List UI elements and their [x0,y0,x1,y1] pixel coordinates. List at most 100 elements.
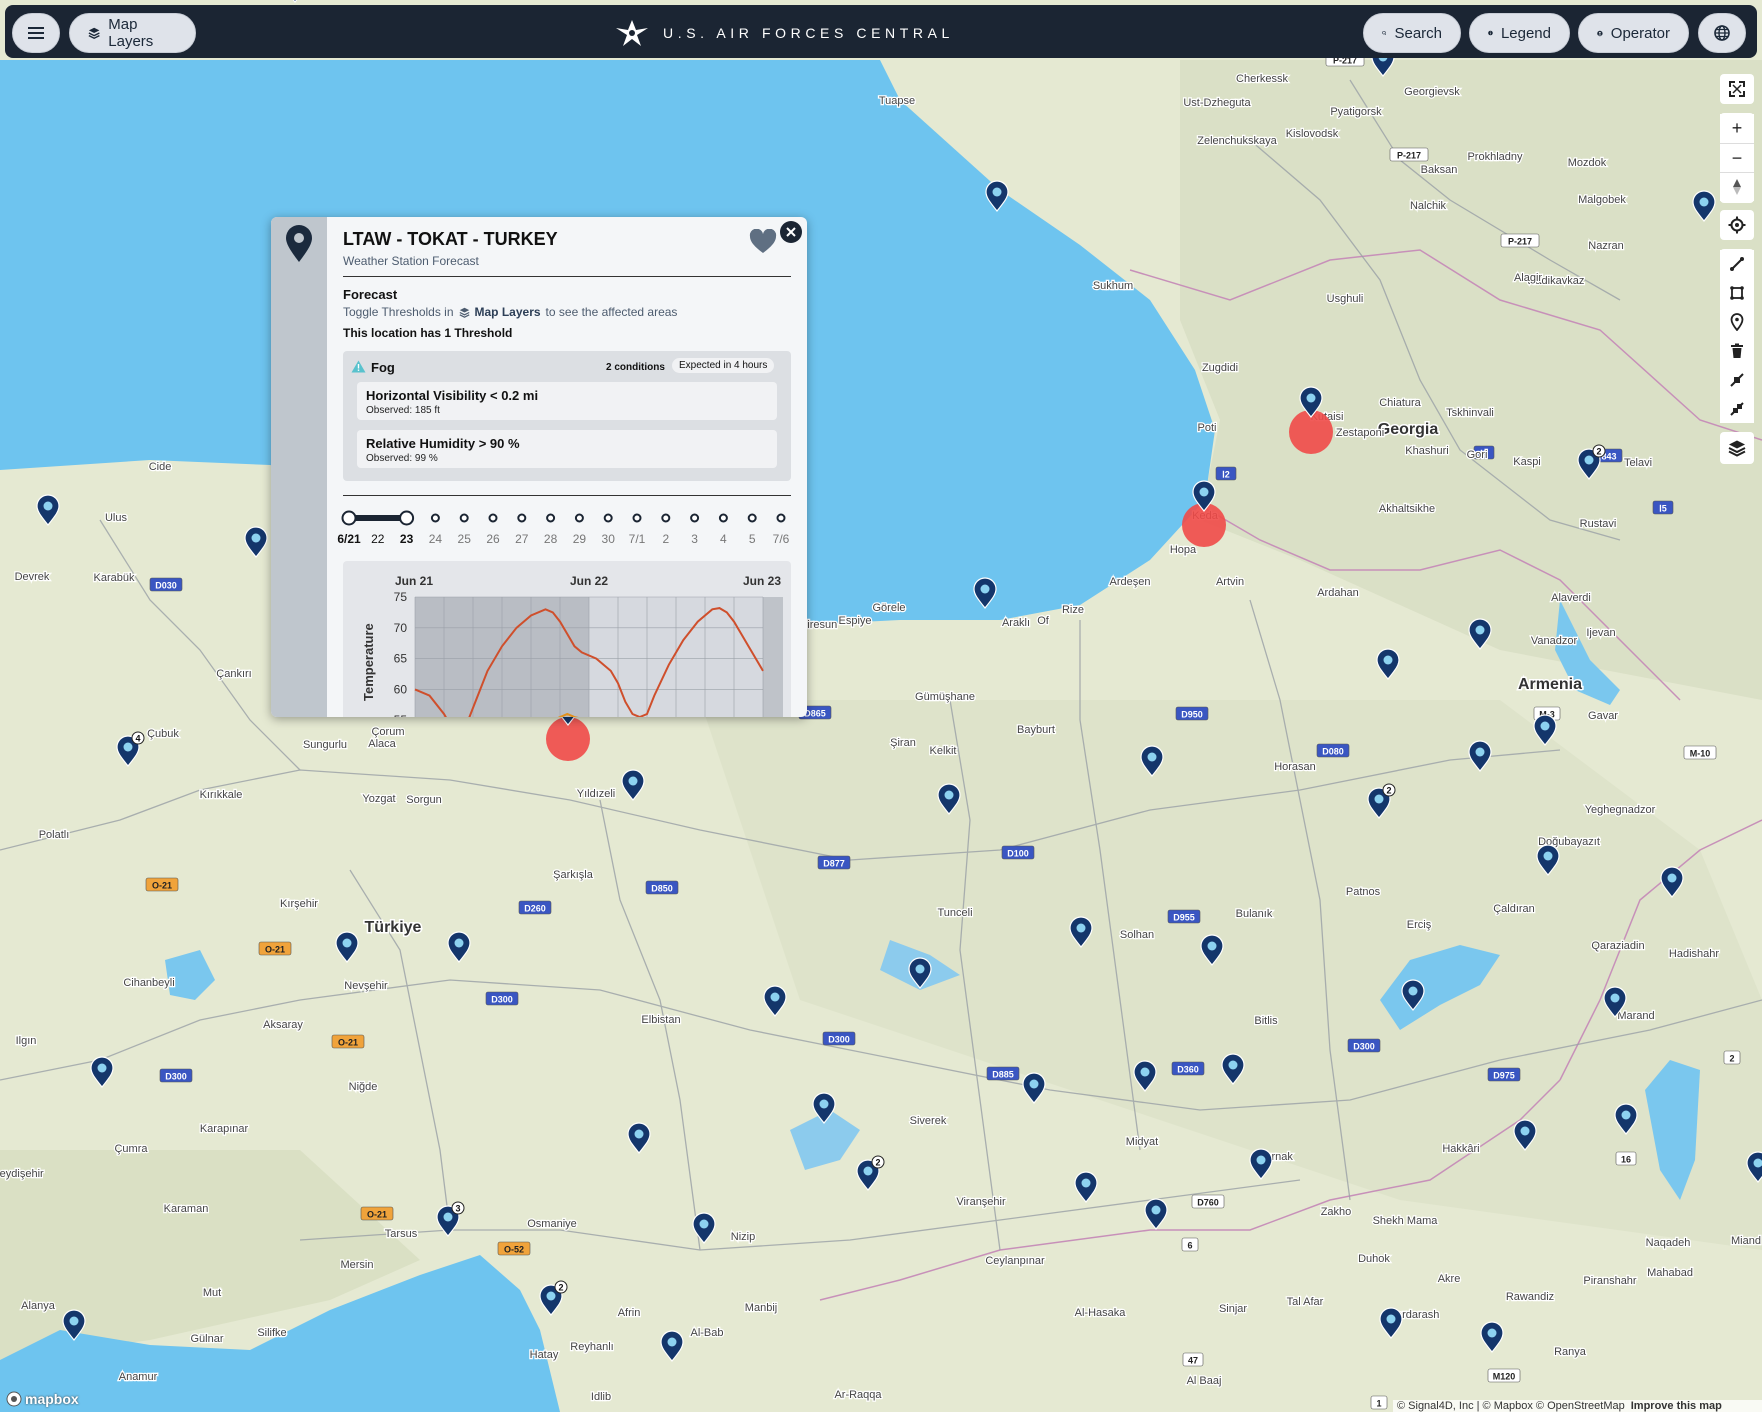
place-label: Ceylanpınar [985,1255,1045,1267]
place-label: Ranya [1554,1346,1587,1358]
menu-button[interactable] [12,13,60,53]
timeline-day-dot[interactable] [690,513,700,523]
warning-icon [351,360,366,373]
timeline-day-label[interactable]: 26 [486,532,500,546]
attribution-text[interactable]: © Signal4D, Inc | © Mapbox © OpenStreetM… [1397,1400,1625,1412]
place-label: Yıldızeli [577,788,616,800]
place-label: Akre [1438,1273,1461,1285]
station-popup: LTAW - TOKAT - TURKEY Weather Station Fo… [271,217,807,717]
zoom-in-button[interactable]: + [1720,114,1754,142]
timeline-day-label[interactable]: 23 [400,532,414,546]
search-button[interactable]: Search [1363,13,1461,53]
place-label: Alanya [21,1300,56,1312]
timeline-handle[interactable] [341,510,357,526]
place-label: Prokhladny [1467,151,1523,163]
road-shield-label: O-21 [265,945,285,955]
mapbox-logo[interactable]: mapbox [6,1391,79,1407]
draw-polygon-button[interactable] [1720,279,1754,307]
compass-button[interactable] [1720,172,1754,201]
map-canvas[interactable]: P-217P-217P-217D030D865 D950D080D100D877D… [0,0,1762,1412]
place-label: Solhan [1120,929,1154,941]
hamburger-icon [28,27,44,39]
timeline-handle[interactable] [399,510,415,526]
geolocate-button[interactable] [1720,210,1754,240]
legend-button[interactable]: Legend [1469,13,1570,53]
country-label: Georgia [1378,421,1439,438]
road-shield: O-21 [145,877,179,892]
day-timeline-slider[interactable]: 6/21 22 23 24 25 26 27 28 29 30 7/1 2 3 4 5 7/6 [327,501,807,551]
trash-button[interactable] [1720,337,1754,365]
place-label: Mut [203,1287,221,1299]
mapbox-logo-text: mapbox [25,1391,79,1407]
road-shield: D850 [645,880,679,895]
timeline-day-label[interactable]: 7/1 [629,532,646,546]
timeline-day-label[interactable]: 7/6 [773,532,790,546]
timeline-day-dot[interactable] [718,513,728,523]
map-layers-link[interactable]: Map Layers [475,305,541,319]
timeline-day-label[interactable]: 22 [371,532,385,546]
timeline-day-dot[interactable] [574,513,584,523]
y-tick-label: 55 [394,713,408,717]
timeline-day-dot[interactable] [661,513,671,523]
timeline-day-dot[interactable] [776,513,786,523]
road-shield: D877 [817,855,851,870]
timeline-day-dot[interactable] [459,513,469,523]
improve-map-link[interactable]: Improve this map [1631,1400,1722,1412]
timeline-day-dot[interactable] [632,513,642,523]
combine-button[interactable] [1720,366,1754,394]
timeline-day-dot[interactable] [488,513,498,523]
timeline-day-label[interactable]: 25 [458,532,472,546]
layers-button[interactable] [1720,432,1754,464]
timeline-day-label[interactable]: 30 [602,532,616,546]
timeline-day-dot[interactable] [747,513,757,523]
draw-line-button[interactable] [1720,250,1754,278]
timeline-day-dot[interactable] [517,513,527,523]
popup-sidebar [271,217,327,717]
locate-icon [1728,216,1746,234]
road-shield-label: P-217 [1397,151,1421,161]
favorite-heart-icon[interactable] [749,229,777,255]
place-label: Niğde [349,1081,378,1093]
road-shield: 47 [1182,1352,1204,1367]
timeline-day-label[interactable]: 3 [691,532,698,546]
zoom-out-button[interactable]: − [1720,143,1754,172]
map-layers-button[interactable]: Map Layers [69,13,196,53]
close-button[interactable] [780,221,802,243]
place-label: Tuapse [879,95,915,107]
road-shield-label: D300 [165,1072,187,1082]
road-shield: 2 [1723,1050,1741,1065]
fullscreen-button[interactable] [1720,74,1754,104]
temperature-chart[interactable]: 757065605550Jun 21Jun 22Jun 23Temperatur… [343,561,791,717]
timeline-day-label[interactable]: 4 [720,532,727,546]
threshold-card[interactable]: Fog 2 conditions Expected in 4 hours Hor… [343,351,791,481]
globe-button[interactable] [1698,13,1746,53]
timeline-day-label[interactable]: 24 [429,532,443,546]
timeline-day-dot[interactable] [430,513,440,523]
place-label: Vanadzor [1531,635,1578,647]
uncombine-button[interactable] [1720,395,1754,423]
place-label: Alagir [1514,272,1542,284]
draw-point-button[interactable] [1720,308,1754,336]
timeline-day-label[interactable]: 5 [749,532,756,546]
timeline-day-dot[interactable] [603,513,613,523]
place-label: Rize [1062,604,1084,616]
operator-button[interactable]: Operator [1578,13,1689,53]
layers-icon [88,27,100,40]
place-label: Naqadeh [1646,1237,1691,1249]
place-label: Tskhinvali [1446,407,1494,419]
place-label: Araklı [1002,617,1030,629]
place-label: Anamur [119,1371,158,1383]
timeline-day-label[interactable]: 2 [662,532,669,546]
timeline-day-label[interactable]: 27 [515,532,529,546]
road-shield: D300 [1347,1038,1381,1053]
timeline-day-label[interactable]: 6/21 [337,532,361,546]
place-label: Al-Bab [690,1327,723,1339]
draw-line-icon [1730,257,1744,271]
mapbox-logo-icon [6,1391,22,1407]
popup-subtitle: Weather Station Forecast [343,254,479,268]
road-shield-label: D300 [491,995,513,1005]
place-label: Zugdidi [1202,362,1238,374]
timeline-day-label[interactable]: 28 [544,532,558,546]
timeline-day-label[interactable]: 29 [573,532,587,546]
timeline-day-dot[interactable] [546,513,556,523]
